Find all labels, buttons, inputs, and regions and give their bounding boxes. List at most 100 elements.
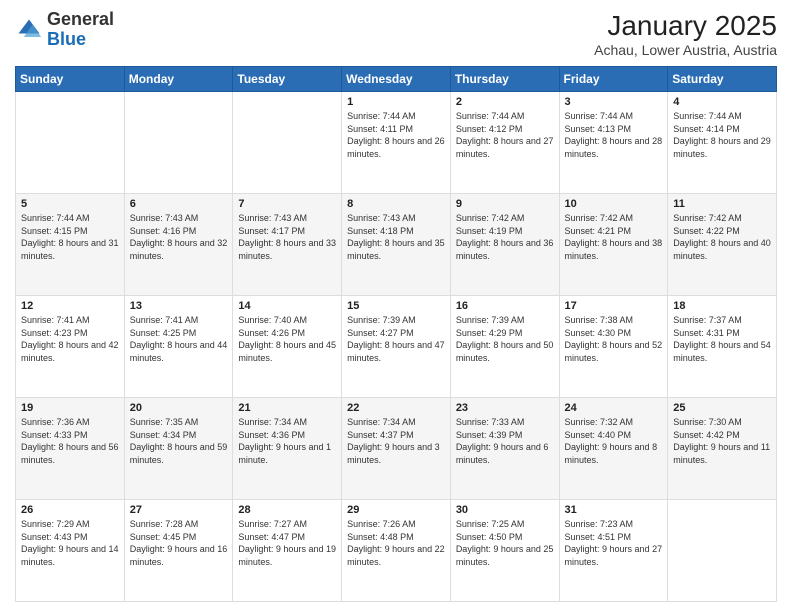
day-number: 4: [673, 96, 771, 108]
day-info: Sunrise: 7:42 AM Sunset: 4:19 PM Dayligh…: [456, 212, 554, 262]
day-info: Sunrise: 7:39 AM Sunset: 4:29 PM Dayligh…: [456, 314, 554, 364]
week-row-2: 12Sunrise: 7:41 AM Sunset: 4:23 PM Dayli…: [16, 296, 777, 398]
day-number: 17: [565, 300, 663, 312]
table-row: 11 Sunrise: 7:42 AM Sunset: 4:22 PM Dayli…: [668, 194, 777, 296]
day-number: 27: [130, 504, 228, 516]
day-info: Sunrise: 7:41 AM Sunset: 4:25 PM Dayligh…: [130, 314, 228, 364]
day-number: 13: [130, 300, 228, 312]
table-row: [16, 92, 125, 194]
logo-icon: [15, 16, 43, 44]
day-number: 29: [347, 504, 445, 516]
day-info: Sunrise: 7:43 AM Sunset: 4:18 PM Dayligh…: [347, 212, 445, 262]
table-row: 17Sunrise: 7:38 AM Sunset: 4:30 PM Dayli…: [559, 296, 668, 398]
day-info: Sunrise: 7:44 AM Sunset: 4:11 PM Dayligh…: [347, 110, 445, 160]
table-row: 26 Sunrise: 7:29 AM Sunset: 4:43 PM Dayli…: [16, 500, 125, 602]
day-number: 1: [347, 96, 445, 108]
header-monday: Monday: [124, 67, 233, 92]
day-info: Sunrise: 7:44 AM Sunset: 4:15 PM Dayligh…: [21, 212, 119, 262]
day-info: Sunrise: 7:43 AM Sunset: 4:17 PM Dayligh…: [238, 212, 336, 262]
week-row-4: 26 Sunrise: 7:29 AM Sunset: 4:43 PM Dayli…: [16, 500, 777, 602]
day-number: 5: [21, 198, 119, 210]
day-number: 18: [673, 300, 771, 312]
day-number: 31: [565, 504, 663, 516]
logo: General Blue: [15, 10, 114, 50]
day-info: Sunrise: 7:44 AM Sunset: 4:13 PM Dayligh…: [565, 110, 663, 160]
table-row: 12Sunrise: 7:41 AM Sunset: 4:23 PM Dayli…: [16, 296, 125, 398]
day-info: Sunrise: 7:40 AM Sunset: 4:26 PM Dayligh…: [238, 314, 336, 364]
header-thursday: Thursday: [450, 67, 559, 92]
table-row: 13 Sunrise: 7:41 AM Sunset: 4:25 PM Dayli…: [124, 296, 233, 398]
page-subtitle: Achau, Lower Austria, Austria: [594, 42, 777, 58]
day-info: Sunrise: 7:39 AM Sunset: 4:27 PM Dayligh…: [347, 314, 445, 364]
table-row: 2Sunrise: 7:44 AM Sunset: 4:12 PM Daylig…: [450, 92, 559, 194]
day-info: Sunrise: 7:44 AM Sunset: 4:14 PM Dayligh…: [673, 110, 771, 160]
day-info: Sunrise: 7:42 AM Sunset: 4:21 PM Dayligh…: [565, 212, 663, 262]
day-number: 24: [565, 402, 663, 414]
day-info: Sunrise: 7:37 AM Sunset: 4:31 PM Dayligh…: [673, 314, 771, 364]
header-friday: Friday: [559, 67, 668, 92]
table-row: [124, 92, 233, 194]
day-number: 22: [347, 402, 445, 414]
weekday-header-row: Sunday Monday Tuesday Wednesday Thursday…: [16, 67, 777, 92]
table-row: [233, 92, 342, 194]
table-row: 16 Sunrise: 7:39 AM Sunset: 4:29 PM Dayli…: [450, 296, 559, 398]
table-row: 29Sunrise: 7:26 AM Sunset: 4:48 PM Dayli…: [342, 500, 451, 602]
header-saturday: Saturday: [668, 67, 777, 92]
page-title: January 2025: [594, 10, 777, 42]
page: General Blue January 2025 Achau, Lower A…: [0, 0, 792, 612]
table-row: 21 Sunrise: 7:34 AM Sunset: 4:36 PM Dayli…: [233, 398, 342, 500]
table-row: 25Sunrise: 7:30 AM Sunset: 4:42 PM Dayli…: [668, 398, 777, 500]
logo-general-text: General: [47, 9, 114, 29]
day-info: Sunrise: 7:25 AM Sunset: 4:50 PM Dayligh…: [456, 518, 554, 568]
day-number: 23: [456, 402, 554, 414]
day-number: 10: [565, 198, 663, 210]
day-number: 25: [673, 402, 771, 414]
day-info: Sunrise: 7:43 AM Sunset: 4:16 PM Dayligh…: [130, 212, 228, 262]
table-row: 28 Sunrise: 7:27 AM Sunset: 4:47 PM Dayli…: [233, 500, 342, 602]
day-number: 3: [565, 96, 663, 108]
table-row: 5 Sunrise: 7:44 AM Sunset: 4:15 PM Daylig…: [16, 194, 125, 296]
table-row: 15Sunrise: 7:39 AM Sunset: 4:27 PM Dayli…: [342, 296, 451, 398]
day-number: 30: [456, 504, 554, 516]
day-number: 16: [456, 300, 554, 312]
week-row-0: 1 Sunrise: 7:44 AM Sunset: 4:11 PM Daylig…: [16, 92, 777, 194]
day-number: 20: [130, 402, 228, 414]
day-number: 28: [238, 504, 336, 516]
table-row: 1 Sunrise: 7:44 AM Sunset: 4:11 PM Daylig…: [342, 92, 451, 194]
table-row: 23 Sunrise: 7:33 AM Sunset: 4:39 PM Dayli…: [450, 398, 559, 500]
week-row-3: 19 Sunrise: 7:36 AM Sunset: 4:33 PM Dayli…: [16, 398, 777, 500]
day-info: Sunrise: 7:41 AM Sunset: 4:23 PM Dayligh…: [21, 314, 119, 364]
calendar: Sunday Monday Tuesday Wednesday Thursday…: [15, 66, 777, 602]
day-info: Sunrise: 7:28 AM Sunset: 4:45 PM Dayligh…: [130, 518, 228, 568]
table-row: [668, 500, 777, 602]
table-row: 8 Sunrise: 7:43 AM Sunset: 4:18 PM Daylig…: [342, 194, 451, 296]
table-row: 9Sunrise: 7:42 AM Sunset: 4:19 PM Daylig…: [450, 194, 559, 296]
table-row: 10 Sunrise: 7:42 AM Sunset: 4:21 PM Dayli…: [559, 194, 668, 296]
day-info: Sunrise: 7:27 AM Sunset: 4:47 PM Dayligh…: [238, 518, 336, 568]
day-number: 8: [347, 198, 445, 210]
day-info: Sunrise: 7:33 AM Sunset: 4:39 PM Dayligh…: [456, 416, 554, 466]
title-block: January 2025 Achau, Lower Austria, Austr…: [594, 10, 777, 58]
day-info: Sunrise: 7:34 AM Sunset: 4:36 PM Dayligh…: [238, 416, 336, 466]
day-number: 11: [673, 198, 771, 210]
table-row: 27 Sunrise: 7:28 AM Sunset: 4:45 PM Dayli…: [124, 500, 233, 602]
table-row: 30 Sunrise: 7:25 AM Sunset: 4:50 PM Dayli…: [450, 500, 559, 602]
day-info: Sunrise: 7:23 AM Sunset: 4:51 PM Dayligh…: [565, 518, 663, 568]
table-row: 22 Sunrise: 7:34 AM Sunset: 4:37 PM Dayli…: [342, 398, 451, 500]
table-row: 31 Sunrise: 7:23 AM Sunset: 4:51 PM Dayli…: [559, 500, 668, 602]
header-wednesday: Wednesday: [342, 67, 451, 92]
day-info: Sunrise: 7:42 AM Sunset: 4:22 PM Dayligh…: [673, 212, 771, 262]
day-number: 19: [21, 402, 119, 414]
day-number: 26: [21, 504, 119, 516]
day-info: Sunrise: 7:34 AM Sunset: 4:37 PM Dayligh…: [347, 416, 445, 466]
table-row: 14Sunrise: 7:40 AM Sunset: 4:26 PM Dayli…: [233, 296, 342, 398]
day-info: Sunrise: 7:35 AM Sunset: 4:34 PM Dayligh…: [130, 416, 228, 466]
day-info: Sunrise: 7:44 AM Sunset: 4:12 PM Dayligh…: [456, 110, 554, 160]
week-row-1: 5 Sunrise: 7:44 AM Sunset: 4:15 PM Daylig…: [16, 194, 777, 296]
day-info: Sunrise: 7:36 AM Sunset: 4:33 PM Dayligh…: [21, 416, 119, 466]
day-number: 21: [238, 402, 336, 414]
table-row: 7Sunrise: 7:43 AM Sunset: 4:17 PM Daylig…: [233, 194, 342, 296]
table-row: 19 Sunrise: 7:36 AM Sunset: 4:33 PM Dayli…: [16, 398, 125, 500]
table-row: 24Sunrise: 7:32 AM Sunset: 4:40 PM Dayli…: [559, 398, 668, 500]
day-info: Sunrise: 7:29 AM Sunset: 4:43 PM Dayligh…: [21, 518, 119, 568]
